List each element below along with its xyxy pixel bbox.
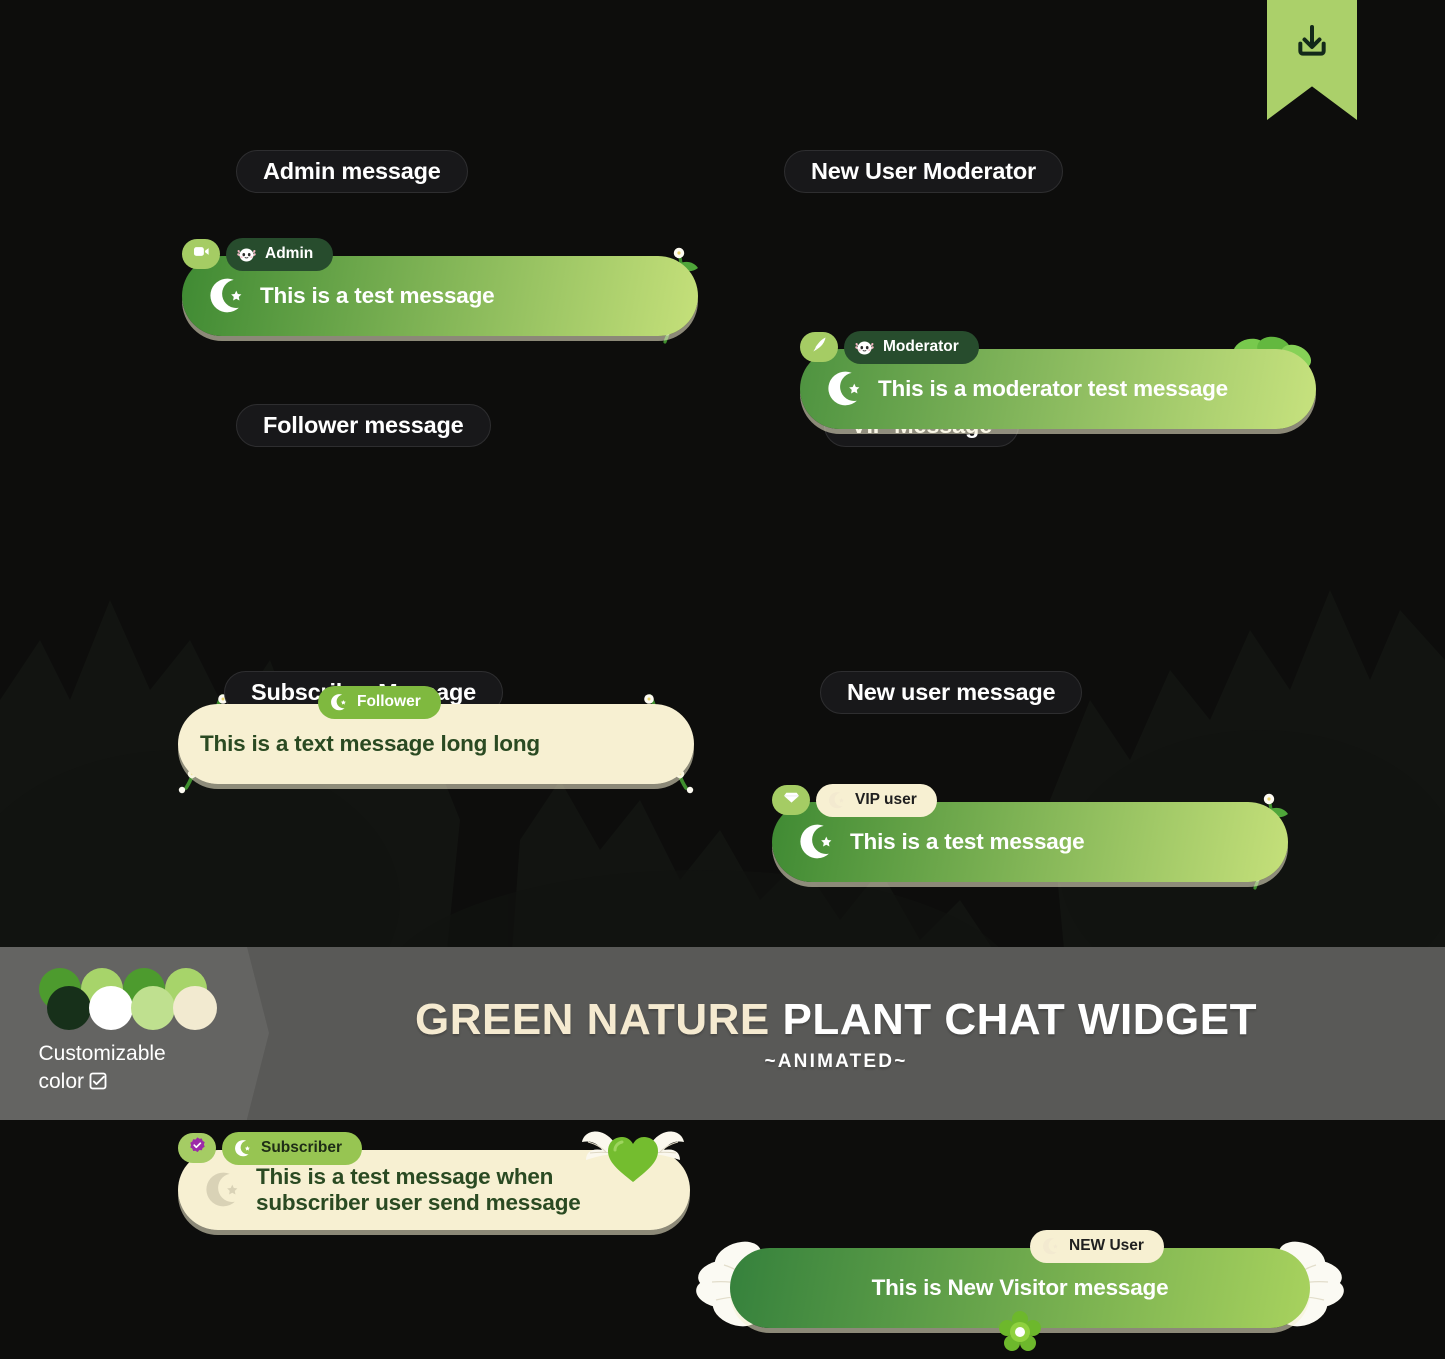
badge-row: Admin [182,237,698,271]
feather-pen-icon [810,335,829,359]
axolotl-face-icon [236,244,257,265]
chat-widget-newuser[interactable]: NEW User This is New Visitor message [696,1229,1344,1351]
badge-row: Subscriber [178,1131,690,1165]
section-label-newuser: New user message [820,671,1083,714]
banner-title-area: GREEN NATURE PLANT CHAT WIDGET ~ANIMATED… [247,947,1445,1120]
product-title-part-2: PLANT CHAT WIDGET [782,994,1257,1044]
username-pill-subscriber[interactable]: Subscriber [222,1131,362,1165]
verified-check-icon-pill[interactable] [178,1133,216,1163]
username-text: VIP user [855,791,917,808]
username-pill-admin[interactable]: Admin [226,237,334,271]
section-label-follower: Follower message [236,404,491,447]
badge-spacer [178,702,318,703]
section-label-moderator: New User Moderator [784,150,1063,193]
username-pill-moderator[interactable]: Moderator [844,330,979,364]
section-moderator: New User Moderator [784,150,1063,193]
chat-widget-vip[interactable]: VIP user This is a test message [772,783,1288,890]
diamond-gem-icon [782,788,801,812]
crescent-star-icon [826,790,847,811]
product-banner: Customizable color GREEN NATURE PLANT CH… [0,947,1445,1120]
color-swatch-grid [38,967,217,1030]
swatch-bottom-2[interactable] [130,985,175,1030]
chat-widget-moderator[interactable]: Moderator This is a moderator test messag… [800,330,1316,429]
badge-row: Follower [178,685,694,719]
crescent-star-icon [1040,1236,1061,1257]
download-icon [1298,25,1326,56]
product-title-part-1: GREEN NATURE [414,994,783,1044]
username-text: Moderator [883,338,959,355]
message-text-moderator: This is a moderator test message [878,376,1228,402]
crescent-star-icon [200,1168,244,1212]
message-text-subscriber: This is a test message when subscriber u… [256,1164,581,1215]
username-text: Subscriber [261,1139,342,1156]
section-follower: Follower message [236,404,491,447]
username-pill-follower[interactable]: Follower [318,685,441,719]
video-camera-icon-pill[interactable] [182,239,220,269]
message-text-follower: This is a text message long long [200,731,540,757]
chat-widget-subscriber[interactable]: Subscriber This is a test message when su… [178,1131,690,1230]
crescent-star-icon [232,1138,253,1159]
message-text-admin: This is a test message [260,283,495,309]
badge-spacer [730,1246,1030,1247]
badge-row: Moderator [800,330,1316,364]
product-subtitle: ~ANIMATED~ [764,1050,908,1072]
crescent-star-icon [822,367,866,411]
section-admin: Admin message [236,150,468,193]
username-pill-vip[interactable]: VIP user [816,783,937,817]
username-text: NEW User [1069,1237,1144,1254]
crescent-star-icon [794,820,838,864]
chat-widget-admin[interactable]: Admin This is a test message [182,237,698,344]
banner-color-panel: Customizable color [0,947,269,1120]
axolotl-face-icon [854,337,875,358]
section-label-admin: Admin message [236,150,468,193]
username-text: Admin [265,245,314,262]
verified-check-icon [188,1136,207,1160]
customizable-color-label: Customizable color [39,1040,209,1100]
badge-row: VIP user [772,783,1288,817]
swatch-bottom-0[interactable] [46,985,91,1030]
crescent-star-icon [328,692,349,713]
swatch-bottom-1[interactable] [88,985,133,1030]
message-text-vip: This is a test message [850,829,1085,855]
username-pill-newuser[interactable]: NEW User [1030,1229,1164,1263]
feather-pen-icon-pill[interactable] [800,332,838,362]
section-newuser: New user message [820,671,1083,714]
message-text-newuser: This is New Visitor message [871,1275,1169,1301]
diamond-gem-icon-pill[interactable] [772,785,810,815]
customizable-line-1: Customizable [38,1041,166,1065]
crescent-star-icon [204,274,248,318]
product-title: GREEN NATURE PLANT CHAT WIDGET [415,995,1257,1045]
swatch-bottom-3[interactable] [172,985,217,1030]
badge-row: NEW User [730,1229,1310,1263]
checkbox-checked-icon [88,1071,108,1099]
customizable-line-2: color [38,1070,85,1093]
chat-widget-follower[interactable]: Follower This is a text message long long [178,685,694,794]
video-camera-icon [192,242,211,266]
username-text: Follower [357,693,421,710]
